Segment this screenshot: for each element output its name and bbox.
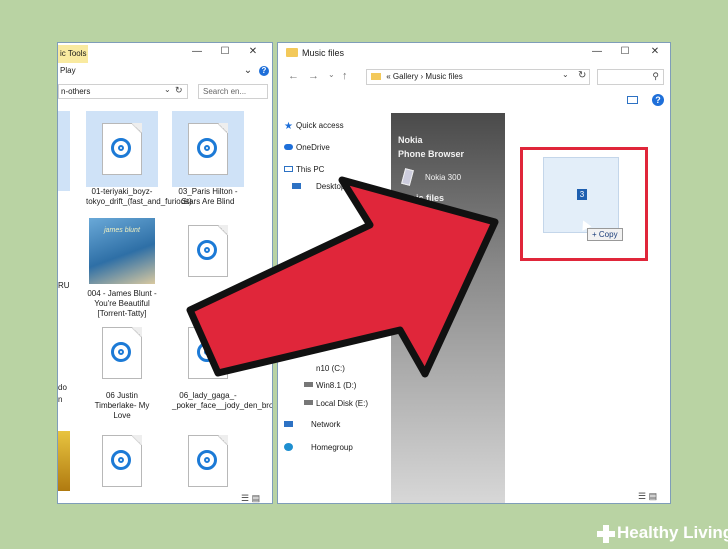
device-panel-subtitle: Phone Browser bbox=[398, 149, 465, 159]
back-arrow-icon[interactable]: ← bbox=[288, 70, 299, 82]
audio-file-icon bbox=[188, 435, 228, 487]
partial-file-selected[interactable] bbox=[58, 111, 70, 191]
audio-file-icon bbox=[102, 123, 142, 175]
album-art-text: james blunt bbox=[104, 227, 140, 234]
chevron-down-icon[interactable]: ⌄ bbox=[241, 65, 255, 77]
minimize-icon[interactable]: — bbox=[190, 46, 204, 58]
file-thumbnail bbox=[172, 423, 244, 499]
audio-file-icon bbox=[102, 435, 142, 487]
maximize-icon[interactable]: ☐ bbox=[218, 46, 232, 58]
close-icon[interactable]: ✕ bbox=[648, 46, 662, 58]
details-view-icon[interactable]: ☰ bbox=[241, 493, 249, 503]
view-toggle[interactable]: ☰ ▤ bbox=[638, 491, 657, 502]
preview-pane-icon[interactable] bbox=[627, 96, 638, 104]
nav-quick-access[interactable]: Quick access bbox=[296, 121, 344, 131]
drive-icon bbox=[304, 382, 313, 387]
breadcrumb-item[interactable]: Music files bbox=[425, 72, 462, 81]
large-icons-view-icon[interactable]: ▤ bbox=[649, 491, 658, 501]
copy-tooltip: + Copy bbox=[587, 228, 623, 241]
minimize-icon[interactable]: — bbox=[590, 46, 604, 58]
folder-icon bbox=[371, 73, 381, 81]
help-icon[interactable]: ? bbox=[259, 66, 269, 76]
album-art: james blunt bbox=[89, 218, 155, 284]
drive-icon bbox=[304, 400, 313, 405]
close-icon[interactable]: ✕ bbox=[246, 46, 260, 58]
file-item[interactable]: 01-teriyaki_boyz-tokyo_drift_(fast_and_f… bbox=[86, 111, 192, 207]
window-title: Music files bbox=[302, 48, 345, 58]
file-label: 06 Justin Timberlake- My Love bbox=[94, 391, 150, 420]
file-thumbnail bbox=[86, 111, 158, 187]
folder-icon bbox=[286, 48, 298, 57]
view-toggle[interactable]: ☰ ▤ bbox=[241, 493, 261, 503]
partial-file-label: do bbox=[58, 383, 67, 392]
large-icons-view-icon[interactable]: ▤ bbox=[252, 493, 261, 503]
nav-homegroup[interactable]: Homegroup bbox=[311, 443, 353, 453]
chevron-down-icon[interactable]: ⌄ bbox=[164, 85, 171, 94]
details-view-icon[interactable]: ☰ bbox=[638, 491, 646, 501]
nav-network[interactable]: Network bbox=[311, 420, 340, 430]
watermark-text: Healthy Living bbox=[617, 523, 728, 542]
help-icon[interactable]: ? bbox=[652, 94, 664, 106]
file-item[interactable]: james blunt 004 - James Blunt - You're B… bbox=[86, 213, 158, 319]
address-bar[interactable]: « Gallery › Music files bbox=[366, 69, 590, 85]
refresh-icon[interactable]: ↻ bbox=[578, 70, 586, 81]
search-input[interactable]: Search en... bbox=[198, 84, 268, 99]
breadcrumb-separator: › bbox=[420, 72, 424, 81]
nav-drive-e[interactable]: Local Disk (E:) bbox=[316, 399, 368, 409]
file-thumbnail bbox=[86, 423, 158, 499]
drag-direction-arrow-icon bbox=[186, 176, 499, 378]
forward-arrow-icon[interactable]: → bbox=[308, 70, 319, 82]
search-icon: ⚲ bbox=[652, 71, 659, 81]
nav-drive-d[interactable]: Win8.1 (D:) bbox=[316, 381, 356, 391]
watermark: Healthy Living bbox=[597, 522, 728, 544]
file-thumbnail bbox=[86, 315, 158, 391]
star-icon: ★ bbox=[284, 121, 293, 132]
breadcrumb-item[interactable]: Gallery bbox=[393, 72, 418, 81]
file-thumbnail: james blunt bbox=[86, 213, 158, 289]
chevron-down-icon[interactable]: ⌄ bbox=[562, 70, 569, 79]
cloud-icon bbox=[284, 144, 293, 150]
search-input[interactable]: ⚲ bbox=[597, 69, 664, 85]
partial-file-label: RU bbox=[58, 281, 70, 290]
device-panel-title: Nokia bbox=[398, 135, 423, 145]
network-icon bbox=[284, 421, 293, 427]
drop-target-highlight[interactable]: 3 + Copy bbox=[520, 147, 648, 261]
maximize-icon[interactable]: ☐ bbox=[618, 46, 632, 58]
file-item[interactable] bbox=[86, 423, 158, 499]
file-label: 06_lady_gaga_-_poker_face__jody_den_broe… bbox=[172, 391, 273, 410]
play-tab[interactable]: Play bbox=[60, 66, 76, 75]
file-item[interactable] bbox=[172, 423, 244, 499]
breadcrumb-overflow[interactable]: « bbox=[386, 72, 390, 81]
partial-file-label: n bbox=[58, 395, 63, 404]
file-item[interactable]: 06 Justin Timberlake- My Love bbox=[86, 315, 158, 421]
refresh-icon[interactable]: ↻ bbox=[175, 85, 183, 96]
drag-count-badge: 3 bbox=[577, 189, 587, 200]
chevron-down-icon[interactable]: ⌄ bbox=[328, 70, 335, 79]
nav-onedrive[interactable]: OneDrive bbox=[296, 143, 330, 153]
music-tools-tab[interactable]: ic Tools bbox=[58, 45, 88, 63]
partial-album-thumbnail[interactable] bbox=[58, 431, 70, 491]
audio-file-icon bbox=[102, 327, 142, 379]
file-label: 01-teriyaki_boyz-tokyo_drift_(fast_and_f… bbox=[86, 187, 192, 206]
up-arrow-icon[interactable]: ↑ bbox=[342, 70, 348, 82]
homegroup-icon bbox=[284, 443, 293, 451]
plus-logo-icon bbox=[597, 524, 615, 543]
